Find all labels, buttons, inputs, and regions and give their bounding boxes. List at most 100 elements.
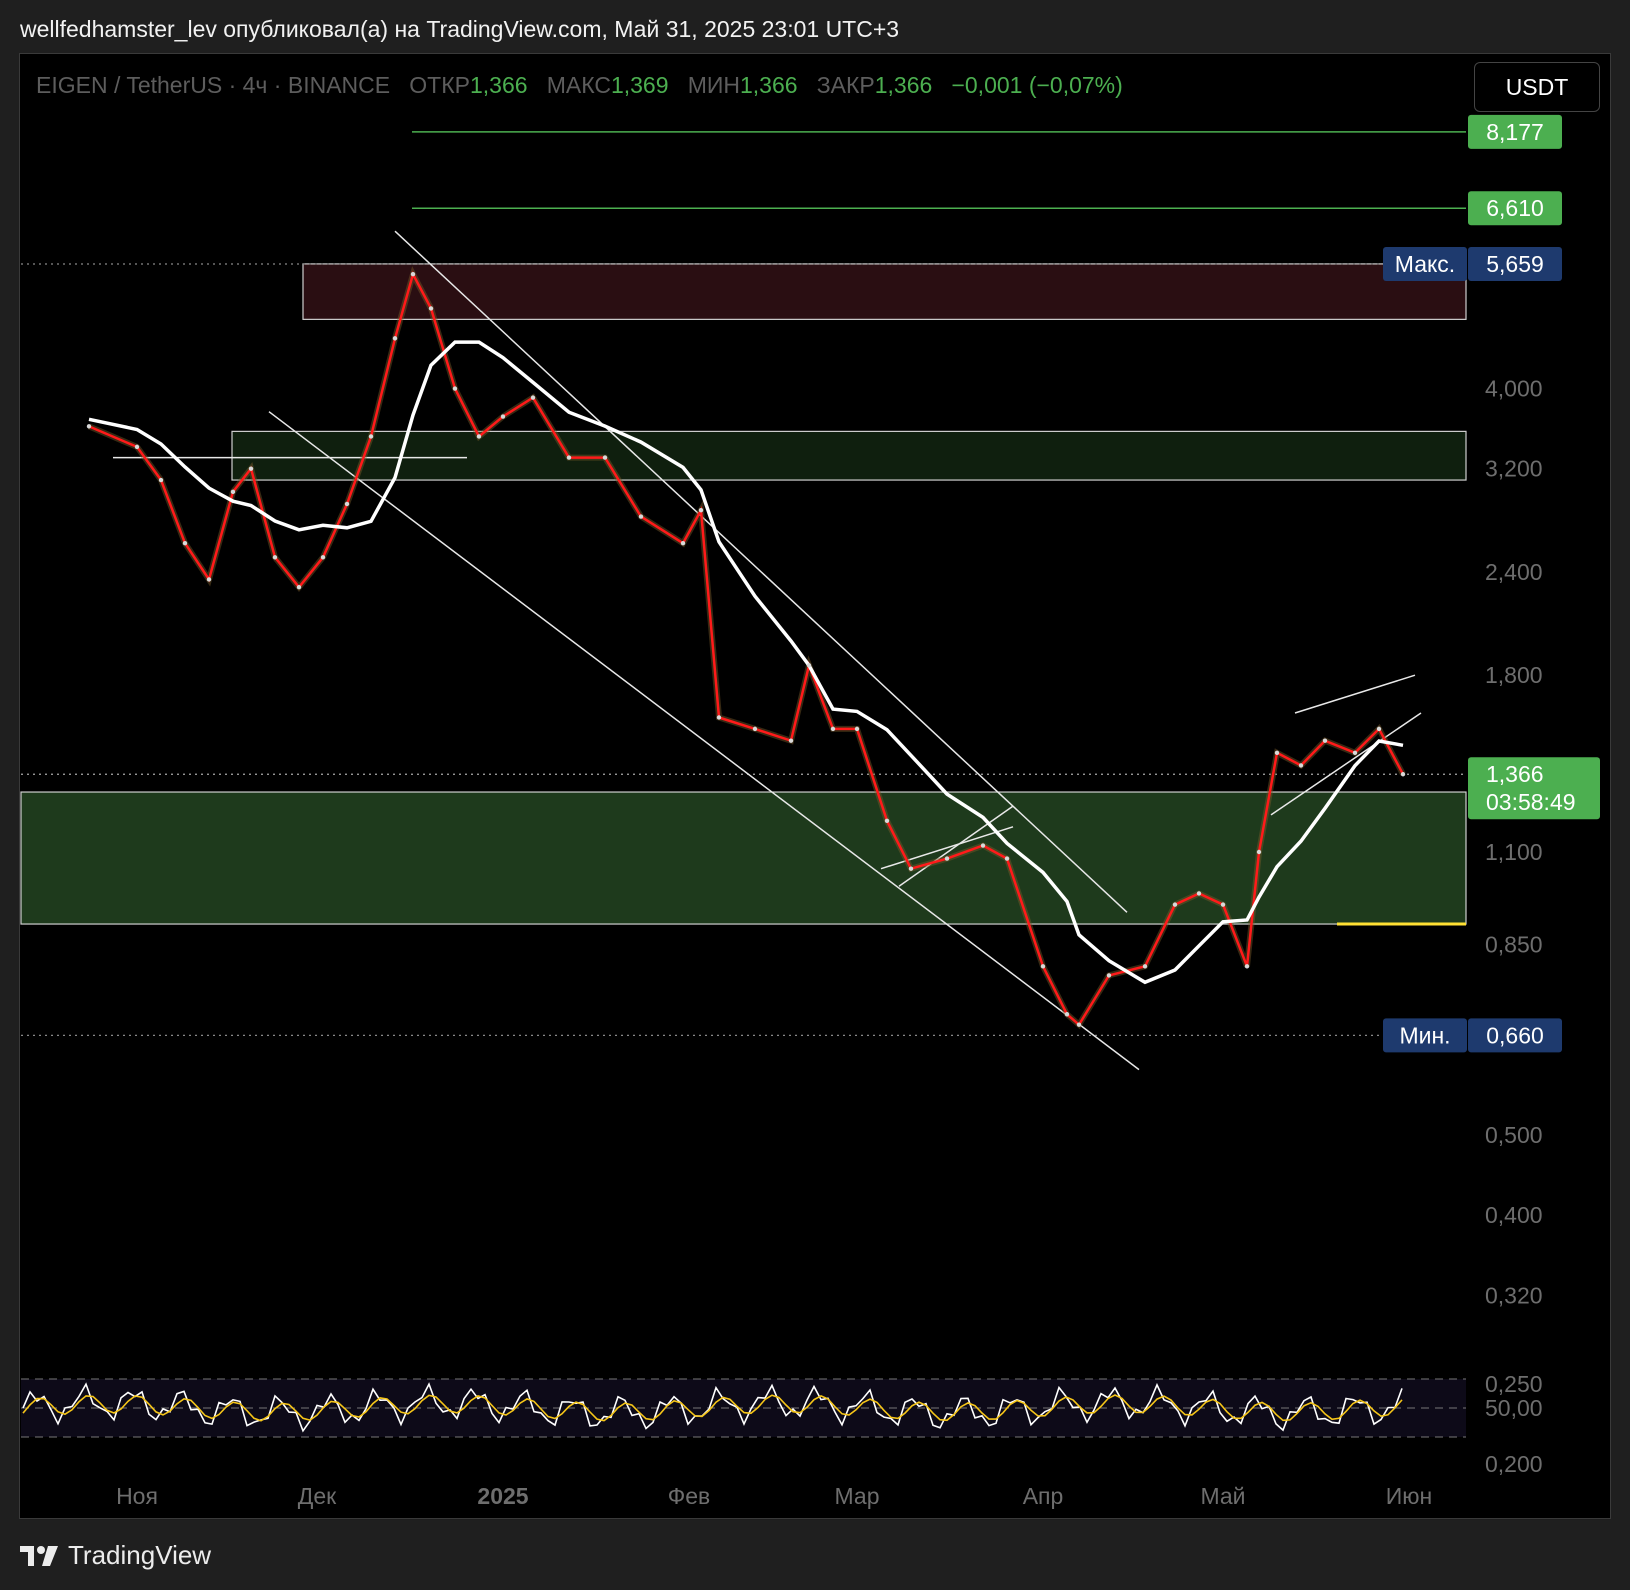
- price-point: [86, 424, 92, 429]
- price-point: [884, 818, 890, 823]
- time-tick-label: 2025: [477, 1483, 528, 1509]
- countdown-text: 03:58:49: [1486, 789, 1576, 815]
- extreme-level-badge-text: 5,659: [1486, 251, 1544, 277]
- price-point: [752, 726, 758, 732]
- price-point: [296, 585, 302, 590]
- open-value: 1,366: [469, 72, 528, 98]
- price-point: [320, 555, 326, 560]
- price-point: [788, 738, 794, 743]
- price-point: [272, 555, 278, 560]
- price-point: [716, 715, 722, 720]
- ohlc-legend: EIGEN / TetherUS · 4ч · BINANCE ОТКР1,36…: [36, 72, 1123, 99]
- price-point: [1400, 772, 1406, 777]
- zone-supply-0: [302, 263, 1467, 320]
- price-point: [368, 434, 374, 439]
- price-point: [182, 540, 188, 546]
- close-label: ЗАКР: [816, 72, 875, 98]
- high-value: 1,369: [610, 72, 669, 98]
- price-point: [410, 272, 416, 277]
- symbol-label: EIGEN / TetherUS · 4ч · BINANCE: [36, 72, 391, 98]
- target-level-badge-text: 8,177: [1486, 119, 1544, 145]
- price-point: [1076, 1022, 1082, 1027]
- chart-panel[interactable]: 12,0009,0004,0003,2002,4001,8001,1000,85…: [19, 53, 1611, 1519]
- price-point: [344, 501, 350, 507]
- price-point: [1040, 964, 1046, 969]
- tradingview-brand: TradingView: [68, 1540, 212, 1570]
- close-value: 1,366: [874, 72, 933, 98]
- price-point: [566, 455, 572, 460]
- price-point: [452, 386, 458, 391]
- price-point: [1256, 849, 1262, 855]
- extreme-level-tag-text: Мин.: [1399, 1022, 1450, 1048]
- price-point: [1322, 738, 1328, 743]
- zone-demand-1: [231, 430, 1467, 481]
- price-point: [476, 434, 482, 439]
- price-point: [908, 866, 914, 871]
- price-point: [1106, 973, 1112, 978]
- price-point: [530, 395, 536, 400]
- target-level-badge-text: 6,610: [1486, 195, 1544, 221]
- price-point: [680, 540, 686, 546]
- extreme-level-tag-text: Макс.: [1395, 251, 1455, 277]
- rsi-tick-label: 50,00: [1485, 1395, 1543, 1421]
- time-tick-label: Фев: [668, 1483, 711, 1509]
- price-tick-label: 0,850: [1485, 932, 1543, 958]
- price-point: [500, 414, 506, 419]
- price-tick-label: 4,000: [1485, 376, 1543, 402]
- price-point: [1196, 891, 1202, 896]
- price-point: [1064, 1012, 1070, 1017]
- price-tick-label: 1,800: [1485, 662, 1543, 688]
- price-point: [944, 856, 950, 861]
- price-point: [638, 514, 644, 519]
- price-point: [392, 336, 398, 341]
- trend-line: [1294, 674, 1416, 714]
- publisher-header: wellfedhamster_lev опубликовал(а) на Tra…: [20, 16, 900, 42]
- price-tick-label: 0,250: [1485, 1371, 1543, 1397]
- time-tick-label: Июн: [1386, 1483, 1432, 1509]
- time-tick-label: Ноя: [116, 1483, 158, 1509]
- price-point: [854, 726, 860, 732]
- price-point: [1244, 964, 1250, 969]
- price-point: [830, 726, 836, 732]
- price-point: [1142, 964, 1148, 969]
- change-value: −0,001 (−0,07%): [951, 72, 1123, 98]
- price-point: [980, 843, 986, 848]
- extreme-level-badge-text: 0,660: [1486, 1022, 1544, 1048]
- time-tick-label: Май: [1200, 1483, 1245, 1509]
- time-tick-label: Апр: [1023, 1483, 1064, 1509]
- price-point: [1220, 902, 1226, 907]
- price-point: [248, 466, 254, 471]
- price-tick-label: 1,100: [1485, 839, 1543, 865]
- price-point: [428, 306, 434, 311]
- open-label: ОТКР: [409, 72, 470, 98]
- price-point: [1352, 750, 1358, 756]
- high-label: МАКС: [546, 72, 611, 98]
- price-point: [806, 663, 812, 668]
- price-point: [134, 444, 140, 450]
- price-tick-label: 0,400: [1485, 1202, 1543, 1228]
- price-point: [158, 477, 164, 483]
- price-point: [206, 577, 212, 582]
- price-point: [1274, 750, 1280, 756]
- price-point: [698, 508, 704, 513]
- price-tick-label: 0,200: [1485, 1451, 1543, 1477]
- price-point: [1298, 763, 1304, 768]
- current-price-text: 1,366: [1486, 761, 1544, 787]
- price-tick-label: 0,320: [1485, 1282, 1543, 1308]
- price-tick-label: 2,400: [1485, 559, 1543, 585]
- footer: TradingView: [20, 1540, 211, 1571]
- price-tick-label: 3,200: [1485, 456, 1543, 482]
- time-tick-label: Дек: [298, 1483, 337, 1509]
- zone-demand-2: [20, 791, 1467, 925]
- low-value: 1,366: [740, 72, 798, 98]
- price-point: [230, 489, 236, 495]
- low-label: МИН: [687, 72, 740, 98]
- price-point: [602, 455, 608, 460]
- price-point: [1172, 902, 1178, 907]
- tradingview-logo-icon: [20, 1545, 58, 1566]
- price-point: [1004, 856, 1010, 861]
- currency-button[interactable]: USDT: [1474, 62, 1600, 112]
- price-chart[interactable]: 12,0009,0004,0003,2002,4001,8001,1000,85…: [20, 54, 1610, 1518]
- price-tick-label: 0,500: [1485, 1122, 1543, 1148]
- time-tick-label: Мар: [834, 1483, 879, 1509]
